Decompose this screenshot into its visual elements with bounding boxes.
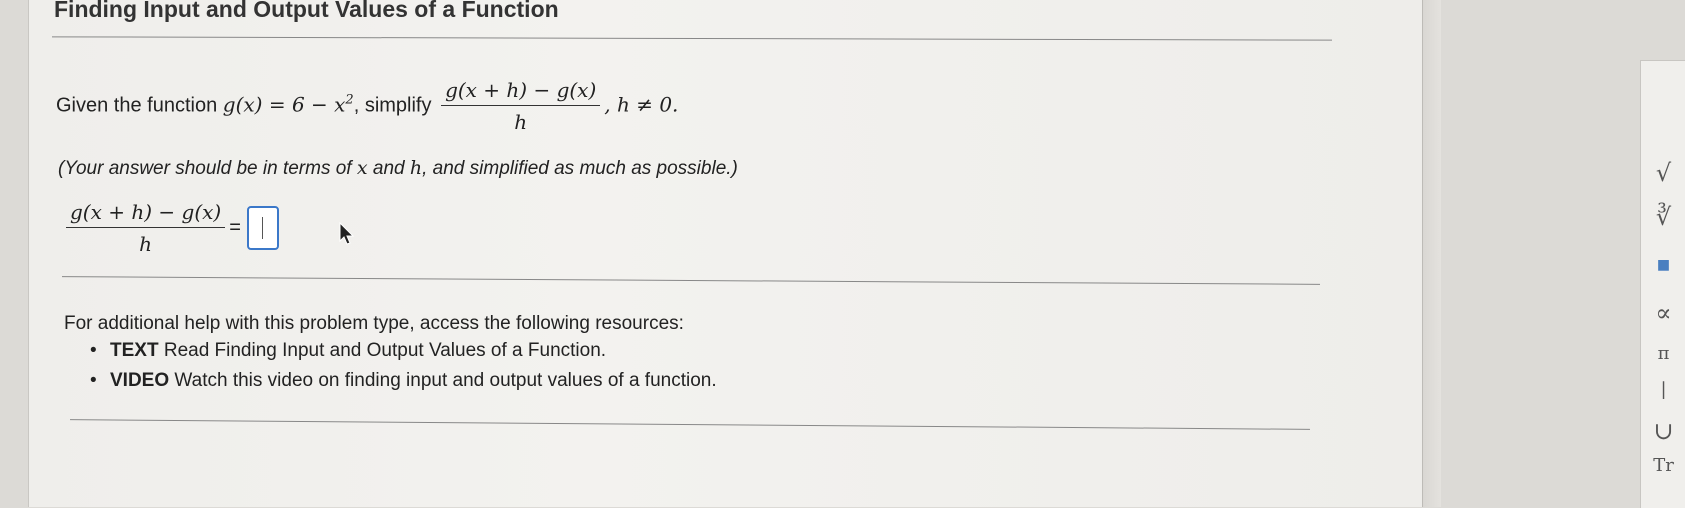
answer-input[interactable] bbox=[246, 206, 279, 250]
resource-text-link[interactable]: • TEXT Read Finding Input and Output Valu… bbox=[90, 340, 606, 362]
resource-description: Watch this video on finding input and ou… bbox=[169, 370, 717, 391]
instruction-var-x: x bbox=[356, 157, 368, 179]
function-exponent: 2 bbox=[345, 92, 354, 108]
resource-type-label: TEXT bbox=[110, 340, 159, 361]
answer-instruction: (Your answer should be in terms of x and… bbox=[58, 157, 738, 180]
nth-root-button[interactable]: ∛ bbox=[1641, 203, 1685, 231]
absolute-value-button[interactable]: | bbox=[1641, 379, 1685, 400]
pi-button[interactable]: π bbox=[1641, 343, 1685, 364]
instruction-var-h: h bbox=[409, 157, 423, 179]
trig-button[interactable]: Tr bbox=[1641, 455, 1685, 476]
resource-type-label: VIDEO bbox=[110, 370, 170, 391]
question-intro: Given the function bbox=[56, 94, 218, 117]
answer-quotient: g(x + h) − g(x) h bbox=[66, 200, 226, 256]
equals-sign: = bbox=[229, 216, 241, 239]
question-text: Given the function g(x) = 6 − x2, simpli… bbox=[56, 78, 678, 134]
math-toolbar: √ ∛ ■ ∝ π | ∪ Tr bbox=[1640, 60, 1685, 508]
union-button[interactable]: ∪ bbox=[1641, 417, 1685, 445]
resource-description: Read Finding Input and Output Values of … bbox=[158, 340, 607, 361]
answer-denominator: h bbox=[139, 232, 153, 256]
difference-quotient: g(x + h) − g(x) h bbox=[441, 78, 601, 134]
instruction-part-1: (Your answer should be in terms of bbox=[58, 158, 357, 179]
bullet: • bbox=[90, 340, 97, 361]
quotient-denominator: h bbox=[514, 110, 528, 134]
mouse-pointer-icon bbox=[339, 222, 355, 245]
answer-numerator: g(x + h) − g(x) bbox=[66, 200, 226, 228]
help-heading: For additional help with this problem ty… bbox=[64, 313, 684, 334]
h-condition: , h ≠ 0. bbox=[604, 92, 679, 117]
resource-video-link[interactable]: • VIDEO Watch this video on finding input… bbox=[90, 370, 717, 392]
answer-row: g(x + h) − g(x) h = bbox=[62, 200, 279, 256]
quotient-numerator: g(x + h) − g(x) bbox=[441, 78, 601, 106]
instruction-part-2: and bbox=[367, 158, 410, 179]
function-definition: g(x) = 6 − x bbox=[222, 92, 346, 117]
instruction-part-3: , and simplified as much as possible.) bbox=[422, 158, 738, 179]
page-title: Finding Input and Output Values of a Fun… bbox=[54, 0, 559, 22]
scroll-panel-edge[interactable] bbox=[1422, 0, 1441, 507]
sqrt-button[interactable]: √ bbox=[1641, 159, 1685, 187]
proportional-button[interactable]: ∝ bbox=[1641, 299, 1685, 327]
fraction-button[interactable]: ■ bbox=[1641, 257, 1685, 273]
bullet: • bbox=[90, 370, 97, 391]
simplify-label: , simplify bbox=[353, 94, 432, 117]
